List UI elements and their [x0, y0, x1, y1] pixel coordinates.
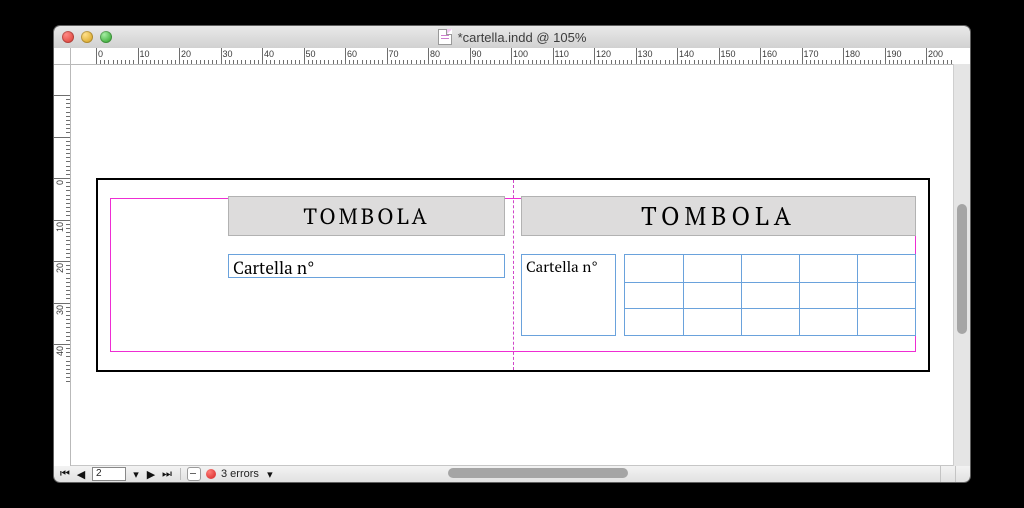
grid-cell[interactable]	[625, 283, 684, 310]
first-spread-button[interactable]: ⏮	[58, 468, 72, 480]
zoom-button[interactable]	[100, 31, 112, 43]
grid-cell[interactable]	[857, 255, 915, 282]
page-spread[interactable]: TOMBOLA Cartella n° TOMBOLA Cartella n°	[96, 178, 930, 372]
grid-cell[interactable]	[799, 309, 858, 336]
vertical-scrollbar[interactable]	[953, 64, 970, 466]
grid-cell[interactable]	[857, 283, 915, 310]
titlebar[interactable]: *cartella.indd @ 105%	[54, 26, 970, 49]
workspace: 0102030405060708090100110120130140150160…	[54, 48, 970, 466]
grid-cell[interactable]	[683, 255, 742, 282]
status-bar: ⏮ ◀ 2 ▾ ▶ ⏭ 3 errors ▾	[54, 465, 970, 482]
vertical-scroll-thumb[interactable]	[957, 204, 967, 334]
horizontal-ruler[interactable]: 0102030405060708090100110120130140150160…	[70, 48, 954, 65]
status-divider	[180, 468, 181, 480]
card-title-frame[interactable]: TOMBOLA	[521, 196, 916, 236]
grid-cell[interactable]	[741, 309, 800, 336]
next-spread-button[interactable]: ▶	[144, 468, 158, 480]
close-button[interactable]	[62, 31, 74, 43]
grid-cell[interactable]	[799, 283, 858, 310]
app-window: *cartella.indd @ 105% 010203040506070809…	[54, 26, 970, 482]
grid-cell[interactable]	[799, 255, 858, 282]
preflight-status[interactable]: 3 errors ▾	[187, 467, 276, 481]
stub-spacer	[110, 196, 220, 354]
stub-title-frame[interactable]: TOMBOLA	[228, 196, 505, 236]
preflight-menu[interactable]: ▾	[264, 468, 276, 480]
preflight-error-icon	[206, 469, 216, 479]
page-number: 2	[96, 468, 102, 479]
document-icon	[438, 29, 452, 45]
window-title-text: *cartella.indd @ 105%	[458, 30, 587, 45]
minimize-button[interactable]	[81, 31, 93, 43]
page-number-field[interactable]: 2	[92, 467, 126, 481]
left-page-stub: TOMBOLA Cartella n°	[110, 196, 505, 354]
page-dropdown[interactable]: ▾	[130, 468, 142, 480]
preflight-error-label: 3 errors	[221, 468, 259, 480]
vertical-ruler[interactable]: 010203040	[54, 64, 71, 466]
card-label-frame[interactable]: Cartella n°	[521, 254, 616, 336]
stub-label-frame[interactable]: Cartella n°	[228, 254, 505, 278]
ruler-origin-box[interactable]	[54, 48, 71, 65]
page-navigator: ⏮ ◀ 2 ▾ ▶ ⏭	[54, 467, 174, 481]
number-grid[interactable]	[624, 254, 916, 336]
stub-label-text: Cartella n°	[233, 256, 314, 279]
grid-cell[interactable]	[625, 309, 684, 336]
window-title: *cartella.indd @ 105%	[54, 26, 970, 48]
grid-cell[interactable]	[857, 309, 915, 336]
card-label-text: Cartella n°	[526, 257, 598, 277]
card-title-text: TOMBOLA	[641, 200, 796, 233]
grid-cell[interactable]	[683, 309, 742, 336]
prev-spread-button[interactable]: ◀	[74, 468, 88, 480]
grid-cell[interactable]	[683, 283, 742, 310]
stub-title-text: TOMBOLA	[303, 202, 429, 231]
horizontal-scroll-thumb[interactable]	[448, 468, 628, 478]
grid-cell[interactable]	[741, 255, 800, 282]
preflight-toggle-icon	[187, 467, 201, 481]
traffic-lights	[62, 31, 112, 43]
canvas[interactable]: TOMBOLA Cartella n° TOMBOLA Cartella n°	[70, 64, 954, 466]
last-spread-button[interactable]: ⏭	[160, 468, 174, 480]
column-guide	[513, 180, 514, 370]
grid-cell[interactable]	[625, 255, 684, 282]
right-page-card: TOMBOLA Cartella n°	[521, 196, 916, 354]
grid-cell[interactable]	[741, 283, 800, 310]
view-split-controls[interactable]	[940, 466, 970, 482]
